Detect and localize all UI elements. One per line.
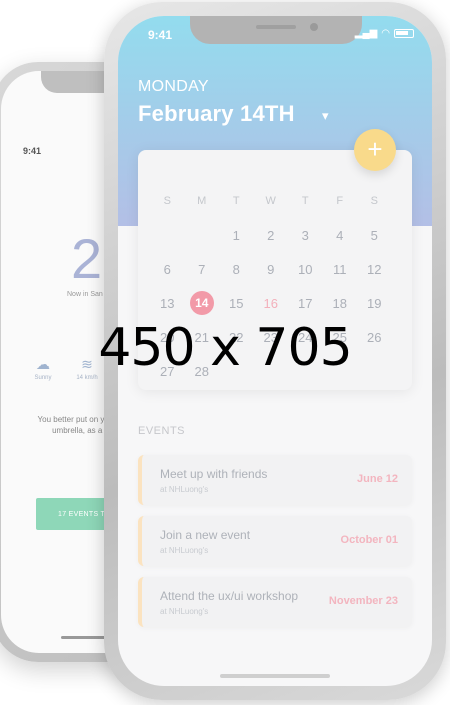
calendar-day[interactable]: 6	[150, 262, 185, 277]
notch	[190, 16, 362, 44]
event-title: Join a new event	[160, 528, 251, 542]
weekday-label: F	[336, 195, 344, 207]
camera	[310, 23, 318, 31]
event-card[interactable]: Attend the ux/ui workshop at NHLuong's N…	[138, 577, 412, 627]
add-event-button[interactable]: +	[354, 129, 396, 171]
background-status-time: 9:41	[23, 146, 42, 156]
calendar-day[interactable]: 16	[254, 296, 289, 311]
event-location: at NHLuong's	[160, 546, 209, 555]
calendar-day[interactable]: 19	[357, 296, 392, 311]
calendar-day[interactable]: 5	[357, 228, 392, 243]
calendar-day[interactable]: 2	[254, 228, 289, 243]
speaker	[256, 25, 296, 29]
calendar-day[interactable]: 15	[219, 296, 254, 311]
calendar-day[interactable]: 3	[288, 228, 323, 243]
home-indicator	[220, 674, 330, 678]
today-day-number: 14	[189, 291, 214, 315]
weekday-label: T	[232, 195, 240, 207]
signal-icon: ▂▄▆	[354, 28, 378, 39]
calendar-day[interactable]: 12	[357, 262, 392, 277]
calendar-day[interactable]: 9	[254, 262, 289, 277]
event-title: Attend the ux/ui workshop	[160, 589, 299, 603]
event-location: at NHLuong's	[160, 607, 209, 616]
calendar-day[interactable]: 13	[150, 296, 185, 311]
calendar-day-today[interactable]: 14	[185, 291, 220, 315]
status-time: 9:41	[148, 28, 173, 42]
date-title[interactable]: February 14TH	[138, 101, 295, 127]
weekday-label: S	[163, 195, 171, 207]
weekday-label: T	[301, 195, 309, 207]
calendar-week-row: 12345	[150, 218, 400, 252]
calendar-day[interactable]: 7	[185, 262, 220, 277]
size-placeholder-label: 450 x 705	[98, 318, 352, 378]
event-date: June 12	[357, 473, 398, 485]
day-label: MONDAY	[138, 78, 209, 95]
calendar-day[interactable]: 1	[219, 228, 254, 243]
calendar-day[interactable]: 11	[323, 262, 358, 277]
event-card[interactable]: Meet up with friends at NHLuong's June 1…	[138, 455, 412, 505]
weekday-label: M	[197, 195, 207, 207]
calendar-day[interactable]: 10	[288, 262, 323, 277]
calendar-day[interactable]: 8	[219, 262, 254, 277]
weekday-label: S	[370, 195, 378, 207]
event-date: November 23	[328, 595, 398, 607]
event-date: October 01	[340, 534, 398, 546]
wifi-icon: ◠	[381, 28, 390, 39]
calendar-week-row: 13 14 15 16 17 18 19	[150, 286, 400, 320]
event-card[interactable]: Join a new event at NHLuong's October 01	[138, 516, 412, 566]
battery-icon	[394, 29, 414, 38]
calendar-week-row: 6 7 8 9 10 11 12	[150, 252, 400, 286]
chevron-down-icon[interactable]: ▾	[322, 108, 329, 124]
calendar-day[interactable]: 17	[288, 296, 323, 311]
calendar-day[interactable]: 4	[323, 228, 358, 243]
events-heading: EVENTS	[138, 425, 186, 437]
event-location: at NHLuong's	[160, 485, 209, 494]
status-icons: ▂▄▆ ◠	[355, 28, 414, 39]
weekday-label: W	[265, 195, 276, 207]
weekday-header-row: SMTWTFS	[150, 184, 400, 218]
event-title: Meet up with friends	[160, 467, 268, 481]
calendar-day[interactable]: 18	[323, 296, 358, 311]
